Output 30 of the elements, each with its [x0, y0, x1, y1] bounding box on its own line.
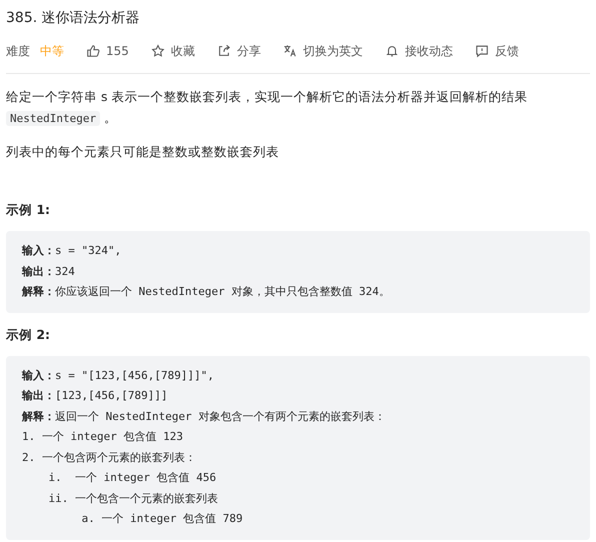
bell-icon: [384, 44, 399, 58]
like-button[interactable]: 155: [86, 44, 129, 58]
problem-title: 385. 迷你语法分析器: [6, 9, 141, 28]
translate-icon: [282, 44, 297, 58]
description-text: 给定一个字符串 s 表示一个整数嵌套列表，实现一个解析它的语法分析器并返回解析的结果 NestedInteger 。: [6, 88, 528, 128]
example-heading: 示例 1:: [6, 202, 52, 219]
code-line: 解释：你应该返回一个 NestedInteger 对象，其中只包含整数值 324。: [22, 284, 391, 300]
share-icon: [216, 44, 231, 58]
toolbar-button[interactable]: 反馈: [474, 42, 519, 60]
code-line: 2. 一个包含两个元素的嵌套列表：: [22, 450, 197, 466]
code-line: 输入：s = "324",: [22, 243, 122, 259]
code-line: a. 一个 integer 包含值 789: [80, 511, 244, 527]
toolbar-button[interactable]: 分享: [216, 42, 261, 60]
example-heading: 示例 2:: [6, 326, 52, 344]
toolbar-button[interactable]: 接收动态: [384, 42, 453, 60]
toolbar-button[interactable]: 收藏: [150, 42, 195, 60]
star-icon: [150, 44, 165, 58]
code-line: i. 一个 integer 包含值 456: [47, 470, 218, 486]
feedback-icon: [474, 44, 489, 58]
code-line: 解释：返回一个 NestedInteger 对象包含一个有两个元素的嵌套列表：: [22, 408, 386, 424]
thumbs-up-icon: [86, 44, 100, 58]
difficulty-label: 难度: [6, 42, 30, 60]
code-line: ii. 一个包含一个元素的嵌套列表: [47, 490, 219, 506]
code-line: 输出：[123,[456,[789]]]: [22, 388, 169, 404]
description-text: 列表中的每个元素只可能是整数或整数嵌套列表: [6, 143, 280, 161]
code-line: 1. 一个 integer 包含值 123: [22, 429, 184, 445]
toolbar-button[interactable]: 切换为英文: [282, 42, 363, 60]
code-line: 输出：324: [22, 264, 76, 280]
difficulty-value: 中等: [40, 42, 64, 60]
code-line: 输入：s = "[123,[456,[789]]]",: [22, 368, 215, 384]
